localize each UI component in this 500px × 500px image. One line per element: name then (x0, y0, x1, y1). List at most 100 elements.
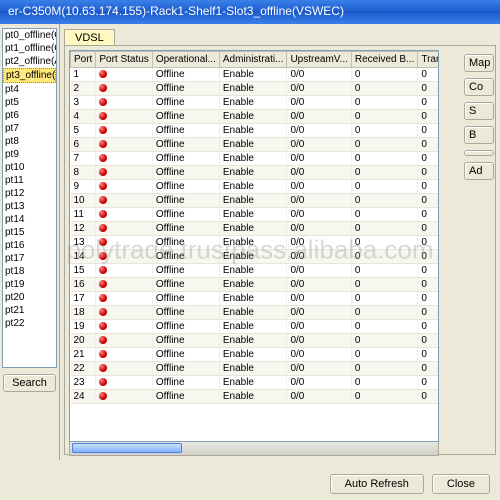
cell: Enable (219, 362, 287, 376)
cell (96, 376, 152, 390)
tree-item[interactable]: pt22 (3, 317, 56, 330)
cell: 19 (71, 320, 96, 334)
column-header[interactable]: Received B... (351, 52, 417, 68)
tree-item[interactable]: pt0_offline(GPUCA) (3, 29, 56, 42)
tree-item[interactable]: pt12 (3, 187, 56, 200)
cell: 0/0 (287, 194, 351, 208)
side-action-button[interactable] (464, 150, 494, 156)
table-row[interactable]: 5OfflineEnable0/000VBASEDEF (71, 124, 440, 138)
table-row[interactable]: 4OfflineEnable0/000VBASEDEF (71, 110, 440, 124)
table-row[interactable]: 20OfflineEnable0/000VBASEDEF (71, 334, 440, 348)
tree-item[interactable]: pt7 (3, 122, 56, 135)
tree-item[interactable]: pt18 (3, 265, 56, 278)
tree-item[interactable]: pt10 (3, 161, 56, 174)
tree-item[interactable]: pt21 (3, 304, 56, 317)
table-row[interactable]: 23OfflineEnable0/000VBASEDEF (71, 376, 440, 390)
tree-item[interactable]: pt4 (3, 83, 56, 96)
side-action-button[interactable]: S (464, 102, 494, 120)
status-offline-icon (99, 154, 107, 162)
side-action-button[interactable]: Map (464, 54, 494, 72)
table-row[interactable]: 17OfflineEnable0/000VBASEDEF (71, 292, 440, 306)
cell: 0 (418, 362, 439, 376)
column-header[interactable]: UpstreamV... (287, 52, 351, 68)
tree-item[interactable]: pt20 (3, 291, 56, 304)
tree-item[interactable]: pt3_offline(VSWEC) (3, 68, 56, 83)
cell: 0/0 (287, 180, 351, 194)
table-row[interactable]: 11OfflineEnable0/000VBASEDEF (71, 208, 440, 222)
table-row[interactable]: 1OfflineEnable0/000VBASEDEF (71, 68, 440, 82)
table-row[interactable]: 15OfflineEnable0/000VBASEDEF (71, 264, 440, 278)
table-row[interactable]: 7OfflineEnable0/000VBASEDEF (71, 152, 440, 166)
grid-horizontal-scrollbar[interactable] (69, 442, 439, 456)
auto-refresh-button[interactable]: Auto Refresh (330, 474, 424, 494)
table-row[interactable]: 3OfflineEnable0/000VBASEDEF (71, 96, 440, 110)
column-header[interactable]: Port Status (96, 52, 152, 68)
search-button[interactable]: Search (3, 374, 56, 392)
tree-item[interactable]: pt11 (3, 174, 56, 187)
tree-item[interactable]: pt9 (3, 148, 56, 161)
table-row[interactable]: 22OfflineEnable0/000VBASEDEF (71, 362, 440, 376)
cell: 0/0 (287, 82, 351, 96)
cell: Offline (152, 82, 219, 96)
cell (96, 152, 152, 166)
cell: Enable (219, 96, 287, 110)
cell (96, 180, 152, 194)
table-row[interactable]: 9OfflineEnable0/000VBASEDEF (71, 180, 440, 194)
table-row[interactable]: 24OfflineEnable0/000VBASEDEF (71, 390, 440, 404)
column-header[interactable]: Port (71, 52, 96, 68)
side-action-button[interactable]: B (464, 126, 494, 144)
cell (96, 124, 152, 138)
cell: Offline (152, 180, 219, 194)
table-row[interactable]: 16OfflineEnable0/000VBASEDEF (71, 278, 440, 292)
cell: 0/0 (287, 334, 351, 348)
tree-item[interactable]: pt8 (3, 135, 56, 148)
table-row[interactable]: 12OfflineEnable0/000VBASEDEF (71, 222, 440, 236)
tree-item[interactable]: pt14 (3, 213, 56, 226)
table-row[interactable]: 13OfflineEnable0/000VBASEDEF (71, 236, 440, 250)
cell: 0 (351, 306, 417, 320)
cell: 17 (71, 292, 96, 306)
table-row[interactable]: 2OfflineEnable0/000VBASEDEF (71, 82, 440, 96)
table-row[interactable]: 6OfflineEnable0/000VBASEDEF (71, 138, 440, 152)
side-action-button[interactable]: Co (464, 78, 494, 96)
cell: 0/0 (287, 362, 351, 376)
tree-item[interactable]: pt19 (3, 278, 56, 291)
cell (96, 390, 152, 404)
cell: Enable (219, 306, 287, 320)
tree-item[interactable]: pt13 (3, 200, 56, 213)
cell: Offline (152, 68, 219, 82)
tree-view[interactable]: pt0_offline(GPUCA)pt1_offline(GCFD)pt2_o… (2, 28, 57, 368)
column-header[interactable]: Administrati... (219, 52, 287, 68)
table-row[interactable]: 8OfflineEnable0/000VBASEDEF (71, 166, 440, 180)
cell: 5 (71, 124, 96, 138)
tab-vdsl[interactable]: VDSL (64, 29, 115, 46)
cell: Enable (219, 250, 287, 264)
port-grid[interactable]: PortPort StatusOperational...Administrat… (69, 50, 439, 442)
tree-item[interactable]: pt1_offline(GCFD) (3, 42, 56, 55)
close-button[interactable]: Close (432, 474, 490, 494)
tree-item[interactable]: pt17 (3, 252, 56, 265)
table-row[interactable]: 19OfflineEnable0/000VBASEDEF (71, 320, 440, 334)
tree-item[interactable]: pt2_offline(ASWVC) (3, 55, 56, 68)
tree-item[interactable]: pt5 (3, 96, 56, 109)
column-header[interactable]: Transmitted... (418, 52, 439, 68)
cell: 0 (351, 68, 417, 82)
cell: 0 (351, 390, 417, 404)
tree-item[interactable]: pt16 (3, 239, 56, 252)
tree-item[interactable]: pt6 (3, 109, 56, 122)
column-header[interactable]: Operational... (152, 52, 219, 68)
table-row[interactable]: 18OfflineEnable0/000VBASEDEF (71, 306, 440, 320)
cell: 0 (418, 138, 439, 152)
side-action-button[interactable]: Ad (464, 162, 494, 180)
cell: 0 (351, 292, 417, 306)
status-offline-icon (99, 98, 107, 106)
cell: Offline (152, 124, 219, 138)
table-row[interactable]: 14OfflineEnable0/000VBASEDEF (71, 250, 440, 264)
cell: Enable (219, 208, 287, 222)
cell: Offline (152, 292, 219, 306)
tree-item[interactable]: pt15 (3, 226, 56, 239)
cell: 18 (71, 306, 96, 320)
table-row[interactable]: 21OfflineEnable0/000VBASEDEF (71, 348, 440, 362)
table-row[interactable]: 10OfflineEnable0/000VBASEDEF (71, 194, 440, 208)
status-offline-icon (99, 378, 107, 386)
